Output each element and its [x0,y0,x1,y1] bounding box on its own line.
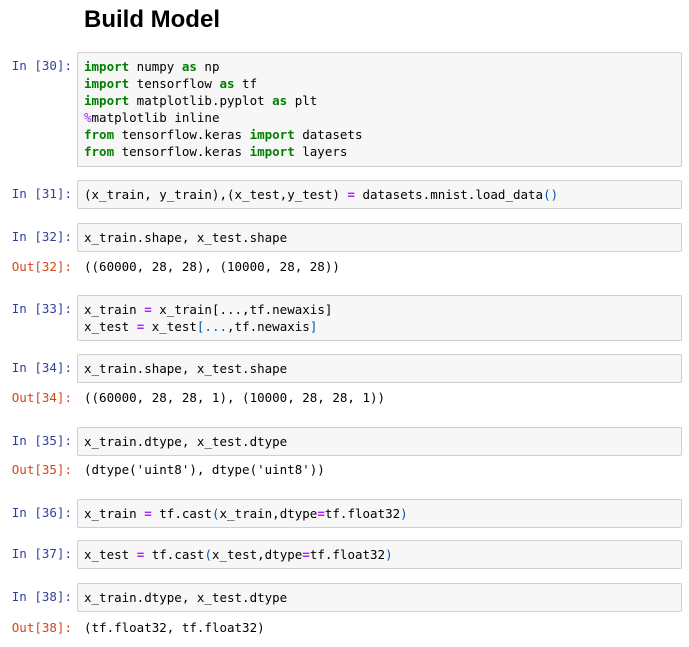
code-token: import [84,93,130,108]
code-token: matplotlib inline [91,110,220,125]
section-heading: Build Model [84,6,220,33]
out-prompt-35: Out[35]: [11,462,72,477]
code-token: = [144,506,152,521]
code-line: x_train.dtype, x_test.dtype [84,433,675,450]
code-token: ( [211,506,220,521]
code-token: x_train[...,tf.newaxis] [151,302,333,317]
code-cell-37[interactable]: x_test = tf.cast(x_test,dtype=tf.float32… [77,540,682,569]
code-token: plt [287,93,318,108]
code-token: import [84,59,130,74]
output-32: ((60000, 28, 28), (10000, 28, 28)) [84,259,340,274]
in-prompt-31: In [31]: [11,186,72,201]
code-token: tf.float32 [324,506,401,521]
code-token: as [272,93,288,108]
code-line: x_train.shape, x_test.shape [84,360,675,377]
code-cell-38[interactable]: x_train.dtype, x_test.dtype [77,583,682,612]
code-token: ) [385,547,393,562]
code-token: tensorflow [129,76,220,91]
code-token: x_train.shape, x_test.shape [84,230,288,245]
code-line: from tensorflow.keras import datasets [84,126,675,143]
code-token: tensorflow.keras [114,127,250,142]
code-cell-35[interactable]: x_train.dtype, x_test.dtype [77,427,682,456]
code-cell-31[interactable]: (x_train, y_train),(x_test,y_test) = dat… [77,180,682,209]
code-cell-33[interactable]: x_train = x_train[...,tf.newaxis] x_test … [77,295,682,341]
code-token: matplotlib.pyplot [129,93,273,108]
code-token: datasets.mnist.load_data [354,187,544,202]
in-prompt-37: In [37]: [11,546,72,561]
in-prompt-36: In [36]: [11,505,72,520]
in-prompt-38: In [38]: [11,589,72,604]
code-token: x_train [84,506,145,521]
code-token: x_train.dtype, x_test.dtype [84,434,288,449]
code-token: x_train [84,302,145,317]
code-line: from tensorflow.keras import layers [84,143,675,160]
in-prompt-32: In [32]: [11,229,72,244]
code-token: (x_train, y_train),(x_test,y_test) [84,187,348,202]
code-token: x_train.shape, x_test.shape [84,361,288,376]
code-token: % [84,110,92,125]
code-line: import matplotlib.pyplot as plt [84,92,675,109]
code-token: = [347,187,355,202]
code-token: as [181,59,197,74]
code-cell-34[interactable]: x_train.shape, x_test.shape [77,354,682,383]
in-prompt-33: In [33]: [11,301,72,316]
code-token: from [84,144,115,159]
output-38: (tf.float32, tf.float32) [84,620,265,635]
code-token: ,tf.newaxis [227,319,310,334]
code-token: x_test [84,319,137,334]
code-line: %matplotlib inline [84,109,675,126]
code-token: from [84,127,115,142]
code-token: tf.cast [151,506,212,521]
code-line: import tensorflow as tf [84,75,675,92]
out-prompt-34: Out[34]: [11,390,72,405]
output-34: ((60000, 28, 28, 1), (10000, 28, 28, 1)) [84,390,386,405]
code-token: x_test [84,547,137,562]
in-prompt-35: In [35]: [11,433,72,448]
code-token: tf.float32 [309,547,386,562]
code-line: import numpy as np [84,58,675,75]
code-line: x_train = tf.cast(x_train,dtype=tf.float… [84,505,675,522]
code-line: x_test = tf.cast(x_test,dtype=tf.float32… [84,546,675,563]
code-token: ) [400,506,408,521]
code-token: x_test,dtype [211,547,303,562]
code-token: tensorflow.keras [114,144,250,159]
code-token: () [543,187,559,202]
code-token: tf.cast [144,547,205,562]
output-35: (dtype('uint8'), dtype('uint8')) [84,462,325,477]
in-prompt-30: In [30]: [11,58,72,73]
code-token: np [196,59,220,74]
code-token: ( [204,547,212,562]
code-token: import [84,76,130,91]
code-token: = [317,506,325,521]
code-token: ] [309,319,318,334]
code-token: [... [196,319,228,334]
code-line: x_train.dtype, x_test.dtype [84,589,675,606]
code-cell-36[interactable]: x_train = tf.cast(x_train,dtype=tf.float… [77,499,682,528]
out-prompt-38: Out[38]: [11,620,72,635]
code-token: as [219,76,235,91]
code-token: import [249,144,295,159]
code-token: numpy [129,59,182,74]
code-line: x_test = x_test[...,tf.newaxis] [84,318,675,335]
code-line: (x_train, y_train),(x_test,y_test) = dat… [84,186,675,203]
code-token: x_train,dtype [219,506,318,521]
code-line: x_train.shape, x_test.shape [84,229,675,246]
code-token: import [249,127,295,142]
out-prompt-32: Out[32]: [11,259,72,274]
code-line: x_train = x_train[...,tf.newaxis] [84,301,675,318]
code-token: x_test [144,319,197,334]
code-token: = [302,547,310,562]
code-token: = [144,302,152,317]
in-prompt-34: In [34]: [11,360,72,375]
code-cell-32[interactable]: x_train.shape, x_test.shape [77,223,682,252]
code-token: datasets [294,127,363,142]
code-cell-30[interactable]: import numpy as np import tensorflow as t… [77,52,682,167]
code-token: layers [294,144,348,159]
code-token: tf [234,76,258,91]
code-token: x_train.dtype, x_test.dtype [84,590,288,605]
